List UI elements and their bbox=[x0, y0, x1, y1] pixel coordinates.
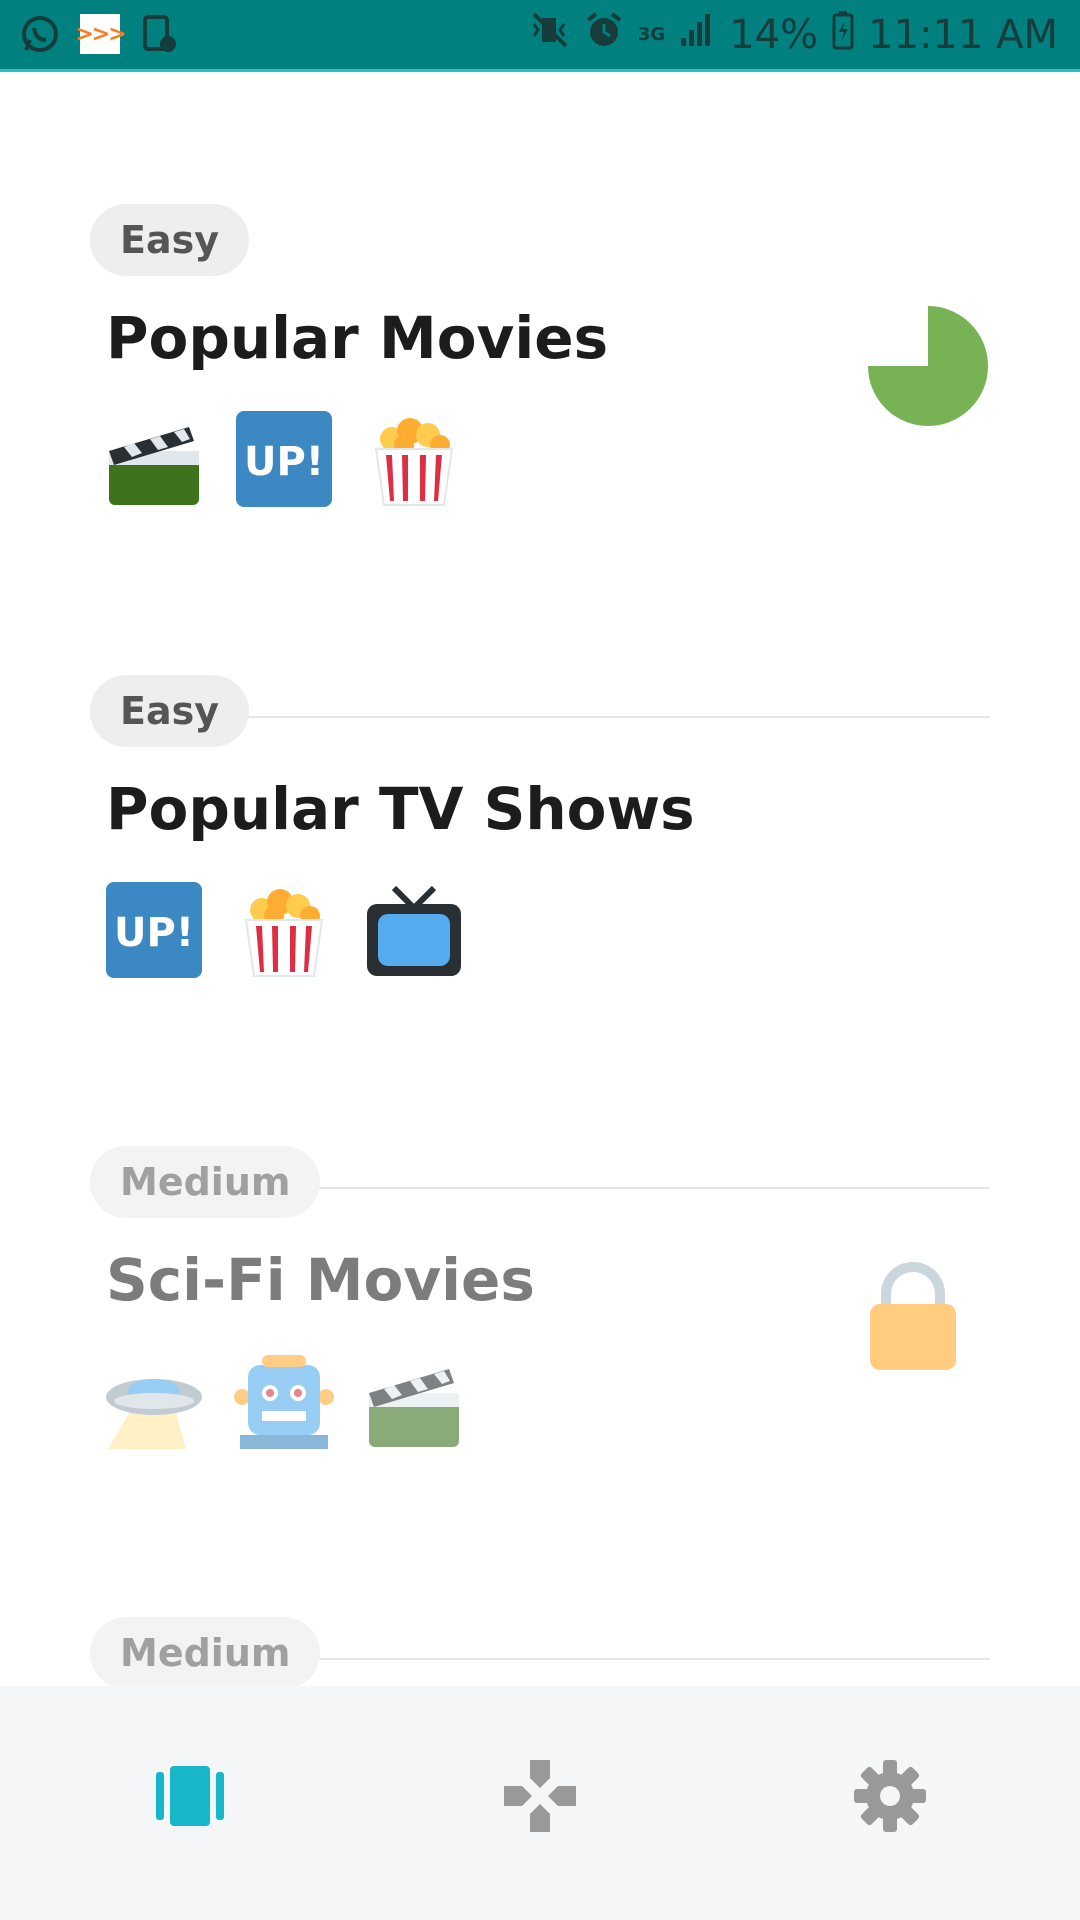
emoji-row bbox=[104, 1351, 464, 1451]
difficulty-badge: Medium bbox=[90, 1146, 321, 1218]
alarm-icon bbox=[584, 10, 624, 60]
difficulty-badge: Easy bbox=[90, 204, 249, 276]
category-card-next[interactable]: Medium bbox=[90, 1617, 990, 1686]
svg-text:UP!: UP! bbox=[114, 910, 194, 956]
lock-icon bbox=[870, 1262, 956, 1370]
bottom-navigation bbox=[0, 1686, 1080, 1920]
emoji-row: UP! bbox=[104, 409, 464, 509]
category-card-popular-tv-shows[interactable]: Easy Popular TV Shows UP! bbox=[90, 675, 990, 1189]
robot-icon bbox=[234, 1355, 334, 1449]
battery-percent: 14% bbox=[729, 12, 819, 58]
up-button-icon: UP! bbox=[106, 882, 202, 978]
whatsapp-icon bbox=[18, 12, 62, 56]
progress-pie bbox=[868, 306, 988, 426]
notification-icons: >>> bbox=[18, 12, 182, 56]
status-bar: >>> 3G 14% 11:11 AM bbox=[0, 0, 1080, 72]
flying-saucer-icon bbox=[106, 1379, 202, 1449]
clapper-board-icon bbox=[369, 1369, 459, 1447]
category-title: Popular Movies bbox=[106, 304, 609, 372]
category-title: Popular TV Shows bbox=[106, 775, 695, 843]
gamepad-icon bbox=[504, 1760, 576, 1832]
battery-icon bbox=[832, 10, 854, 60]
network-type: 3G bbox=[637, 24, 666, 45]
popcorn-icon bbox=[374, 418, 454, 506]
clock-time: 11:11 AM bbox=[868, 12, 1058, 58]
app-notification-icon: >>> bbox=[75, 14, 127, 54]
system-icons: 3G 14% 11:11 AM bbox=[530, 10, 1058, 60]
screen-clock-icon bbox=[138, 12, 182, 56]
cards-icon bbox=[156, 1766, 224, 1826]
difficulty-badge: Medium bbox=[90, 1617, 321, 1686]
nav-settings-button[interactable] bbox=[840, 1746, 940, 1846]
nav-cards-button[interactable] bbox=[140, 1746, 240, 1846]
nav-game-button[interactable] bbox=[490, 1746, 590, 1846]
category-title: Sci-Fi Movies bbox=[106, 1246, 535, 1314]
difficulty-badge: Easy bbox=[90, 675, 249, 747]
signal-icon bbox=[679, 12, 715, 58]
svg-text:UP!: UP! bbox=[244, 439, 324, 485]
television-icon bbox=[367, 885, 461, 976]
popcorn-icon bbox=[244, 889, 324, 977]
gear-icon bbox=[854, 1760, 926, 1832]
vibrate-mute-icon bbox=[530, 10, 570, 60]
emoji-row: UP! bbox=[104, 880, 464, 980]
up-button-icon: UP! bbox=[236, 411, 332, 507]
clapper-board-icon bbox=[109, 427, 199, 505]
category-card-popular-movies[interactable]: Easy Popular Movies UP! bbox=[90, 204, 990, 718]
category-card-sci-fi-movies[interactable]: Medium Sci-Fi Movies bbox=[90, 1146, 990, 1660]
